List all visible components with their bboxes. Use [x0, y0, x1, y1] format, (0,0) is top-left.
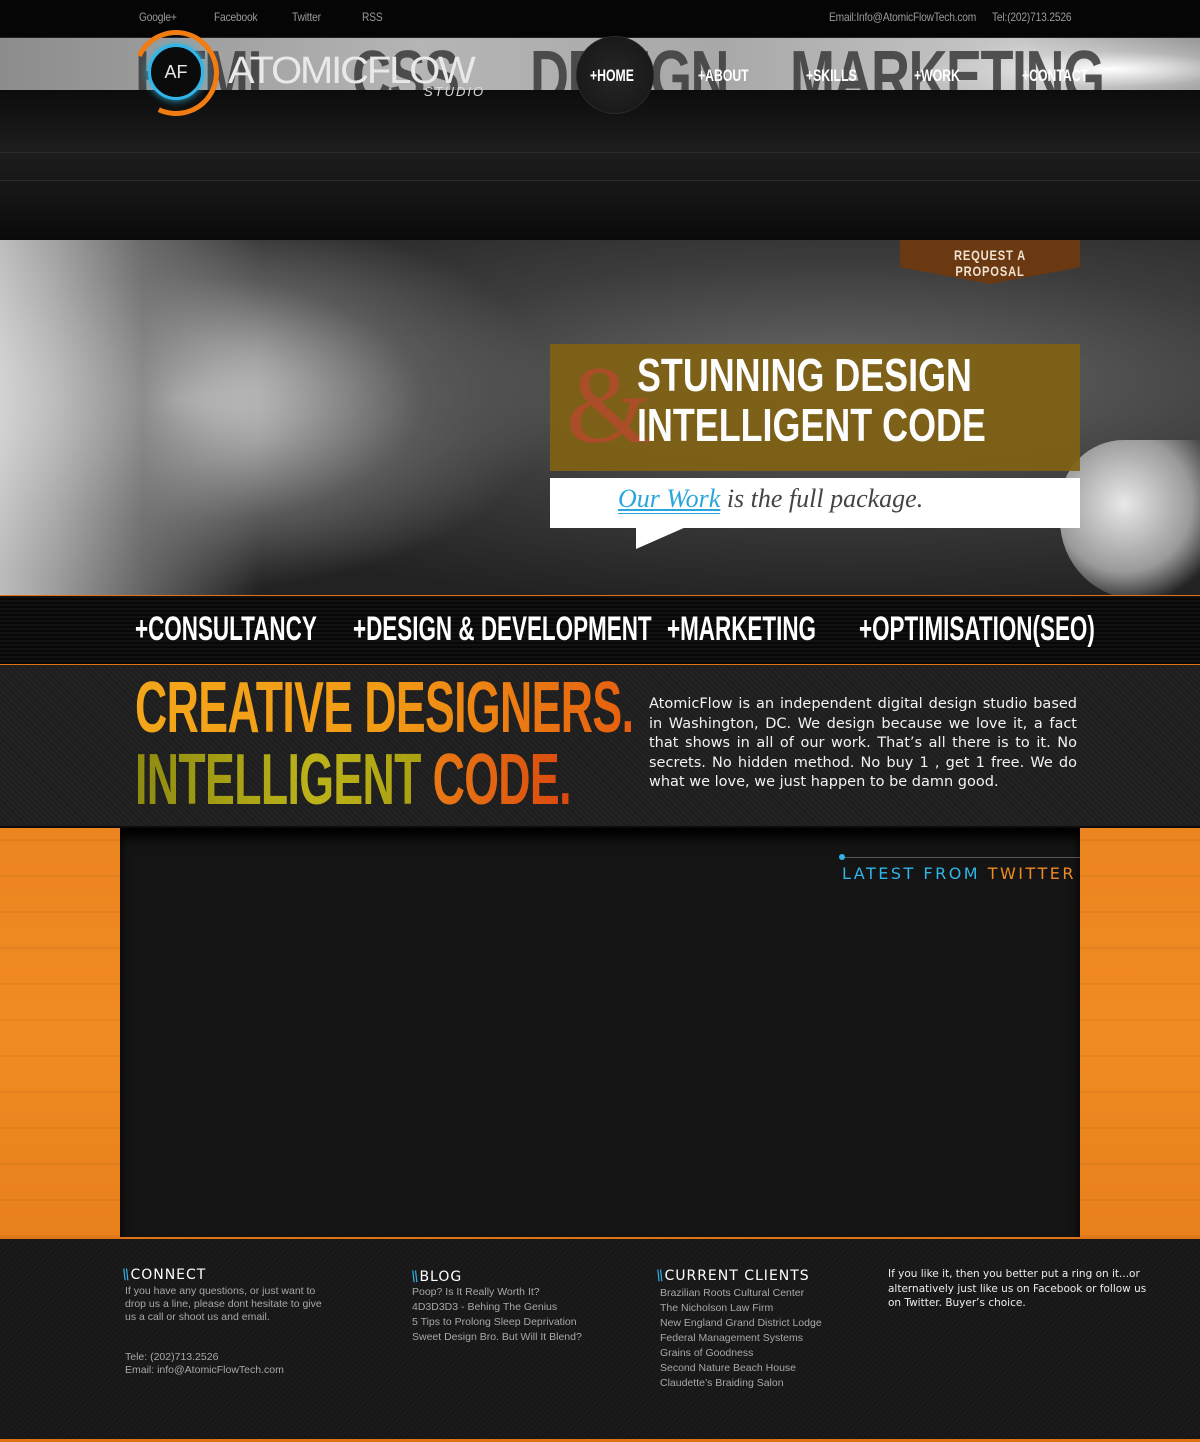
nav-about[interactable]: +ABOUT — [698, 66, 749, 86]
intro-headline-line1: CREATIVE DESIGNERS. — [135, 668, 634, 748]
header-rule — [0, 180, 1200, 181]
blog-post-link[interactable]: 4D3D3D3 - Behing The Genius — [412, 1300, 582, 1315]
twitter-bullet-icon — [839, 854, 845, 860]
service-design-development[interactable]: +DESIGN & DEVELOPMENT — [353, 610, 652, 649]
clients-heading: \\ CURRENT CLIENTS — [656, 1268, 810, 1284]
logo-badge-icon: AF — [148, 44, 204, 100]
twitter-link[interactable]: Twitter — [292, 10, 321, 24]
connect-text: If you have any questions, or just want … — [125, 1285, 322, 1323]
hero-hand-image — [1060, 440, 1200, 595]
intro-headline: CREATIVE DESIGNERS. INTELLIGENT CODE. — [135, 668, 634, 816]
client-link[interactable]: The Nicholson Law Firm — [660, 1301, 822, 1316]
rss-link[interactable]: RSS — [362, 10, 383, 24]
nav-skills[interactable]: +SKILLS — [806, 66, 857, 86]
top-phone: Tel:(202)713.2526 — [992, 10, 1072, 24]
speech-bubble-text: Our Work is the full package. — [618, 484, 923, 514]
twitter-heading-part1: LATEST FROM — [842, 864, 988, 883]
hero-portrait-hair — [0, 240, 260, 595]
client-link[interactable]: Grains of Goodness — [660, 1346, 822, 1361]
header-rule — [0, 152, 1200, 153]
client-link[interactable]: New England Grand District Lodge — [660, 1316, 822, 1331]
service-marketing[interactable]: +MARKETING — [667, 610, 816, 649]
bubble-tagline: is the full package. — [720, 484, 924, 513]
nav-work[interactable]: +WORK — [914, 66, 960, 86]
slash-icon: \\ — [411, 1269, 419, 1285]
slash-icon: \\ — [122, 1267, 130, 1283]
blog-post-link[interactable]: Poop? Is It Really Worth It? — [412, 1285, 582, 1300]
latest-twitter-heading: LATEST FROM TWITTER — [842, 864, 1076, 883]
intro-paragraph: AtomicFlow is an independent digital des… — [649, 696, 1077, 790]
request-proposal-label: REQUEST A PROPOSAL — [953, 247, 1027, 279]
hero-headline-line1: STUNNING DESIGN — [637, 349, 972, 401]
client-link[interactable]: Brazilian Roots Cultural Center — [660, 1286, 822, 1301]
client-link[interactable]: Second Nature Beach House — [660, 1361, 822, 1376]
connect-heading-label: CONNECT — [130, 1267, 207, 1283]
logo-subtitle: STUDIO — [424, 84, 486, 99]
clients-list: Brazilian Roots Cultural Center The Nich… — [660, 1286, 822, 1391]
speech-bubble-tail — [636, 527, 686, 549]
client-link[interactable]: Federal Management Systems — [660, 1331, 822, 1346]
connect-email-link[interactable]: Email: info@AtomicFlowTech.com — [125, 1364, 284, 1377]
service-consultancy[interactable]: +CONSULTANCY — [135, 610, 317, 649]
connect-phone: Tele: (202)713.2526 — [125, 1351, 219, 1363]
blog-heading-label: BLOG — [419, 1269, 463, 1285]
slash-icon: \\ — [656, 1268, 664, 1284]
top-email-link[interactable]: Email:Info@AtomicFlowTech.com — [829, 10, 976, 24]
nav-home[interactable]: +HOME — [590, 66, 634, 86]
service-optimisation-seo[interactable]: +OPTIMISATION(SEO) — [859, 610, 1095, 649]
blog-post-link[interactable]: 5 Tips to Prolong Sleep Deprivation — [412, 1315, 582, 1330]
client-link[interactable]: Claudette’s Braiding Salon — [660, 1376, 822, 1391]
footer-ring-message: If you like it, then you better put a ri… — [888, 1268, 1147, 1309]
clients-heading-label: CURRENT CLIENTS — [664, 1268, 810, 1284]
blog-list: Poop? Is It Really Worth It? 4D3D3D3 - B… — [412, 1285, 582, 1345]
twitter-divider — [842, 857, 1080, 858]
google-plus-link[interactable]: Google+ — [139, 10, 177, 24]
orange-brick-side-right — [1080, 828, 1200, 1237]
services-bar: +CONSULTANCY +DESIGN & DEVELOPMENT +MARK… — [0, 595, 1200, 665]
blog-heading: \\ BLOG — [411, 1269, 462, 1285]
facebook-link[interactable]: Facebook — [214, 10, 258, 24]
connect-heading: \\ CONNECT — [122, 1267, 206, 1283]
intro-headline-line2a: INTELLIGENT — [135, 740, 433, 820]
orange-brick-side-left — [0, 828, 120, 1237]
intro-headline-line2b: CODE. — [432, 740, 572, 820]
main-content-panel — [120, 828, 1080, 1237]
twitter-heading-part2: TWITTER — [987, 864, 1076, 883]
hero-headline: STUNNING DESIGN INTELLIGENT CODE — [637, 350, 986, 450]
our-work-link[interactable]: Our Work — [618, 484, 721, 514]
nav-contact[interactable]: +CONTACT — [1022, 66, 1088, 86]
blog-post-link[interactable]: Sweet Design Bro. But Will It Blend? — [412, 1330, 582, 1345]
hero-headline-line2: INTELLIGENT CODE — [637, 399, 986, 451]
